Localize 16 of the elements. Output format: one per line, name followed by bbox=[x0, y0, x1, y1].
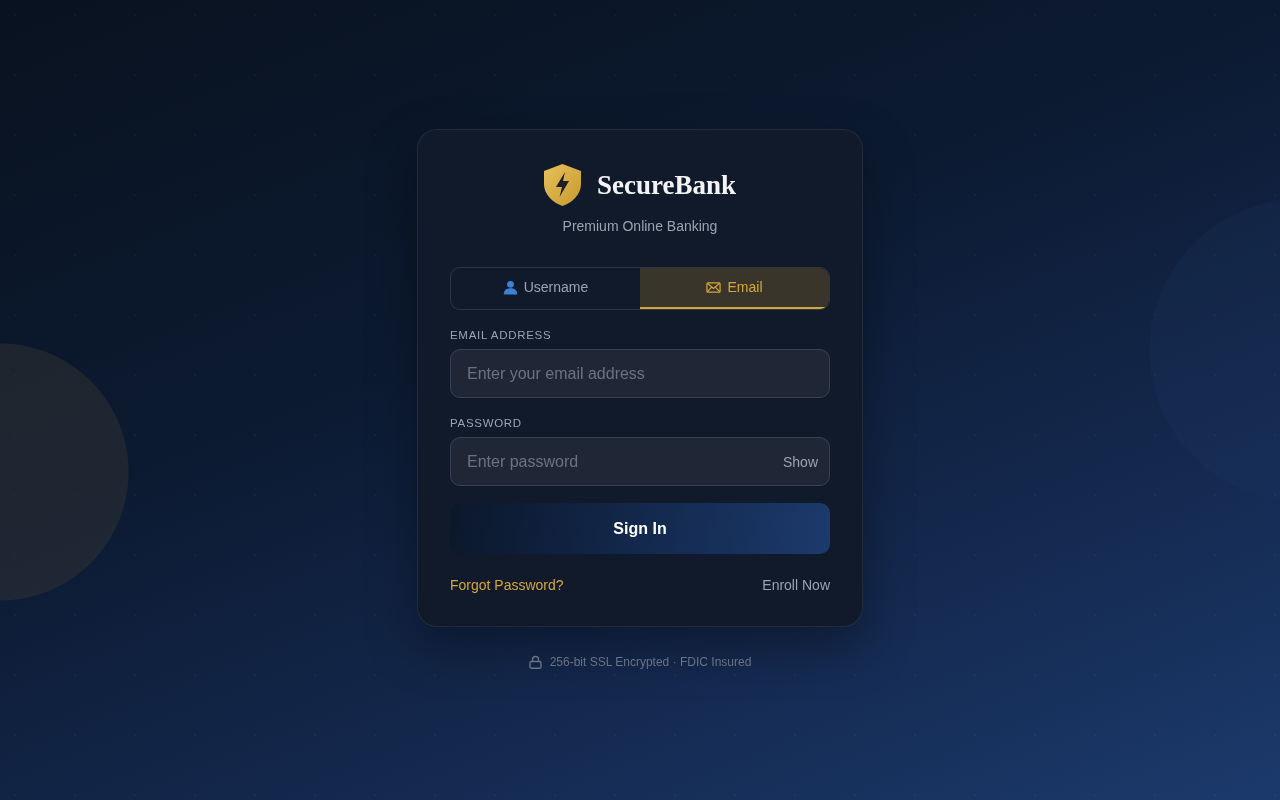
show-password-button[interactable]: Show bbox=[782, 449, 818, 474]
login-tab[interactable]: Username bbox=[451, 268, 640, 309]
shield-bolt-logo-icon bbox=[544, 164, 581, 206]
envelope-icon bbox=[706, 280, 722, 295]
email-field[interactable]: Enter your email address bbox=[450, 349, 830, 398]
field-label: EMAIL ADDRESS bbox=[450, 328, 553, 342]
enroll-link[interactable]: Enroll Now bbox=[762, 575, 830, 595]
security-note: 256-bit SSL Encrypted · FDIC Insured bbox=[549, 654, 752, 671]
tagline: Premium Online Banking bbox=[561, 217, 719, 236]
sign-in-button[interactable]: Sign In bbox=[450, 503, 830, 554]
person-icon bbox=[502, 280, 518, 295]
lock-icon bbox=[528, 655, 542, 669]
login-tab[interactable]: Email bbox=[640, 268, 829, 309]
field-label: PASSWORD bbox=[450, 416, 523, 430]
brand-name: SecureBank bbox=[597, 171, 736, 199]
forgot-password-link[interactable]: Forgot Password? bbox=[450, 575, 564, 595]
